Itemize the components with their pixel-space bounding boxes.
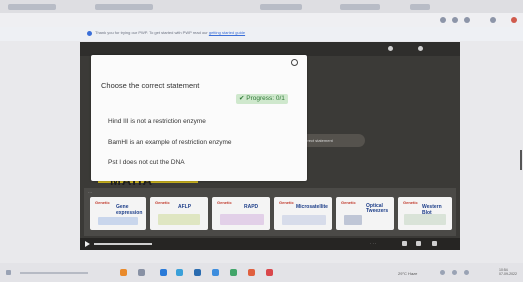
profile-icon[interactable] (490, 17, 496, 23)
battery-icon[interactable] (464, 270, 469, 275)
taskbar-app-icon[interactable] (194, 269, 201, 276)
close-icon[interactable] (291, 59, 298, 66)
video-card[interactable]: Genetic Western Blot (398, 197, 452, 230)
watch-later-icon[interactable] (418, 46, 423, 51)
video-time: · · · (370, 241, 377, 246)
video-card[interactable]: Genetic Optical Tweezers (336, 197, 394, 230)
extension-icon[interactable] (452, 17, 458, 23)
info-icon (87, 31, 92, 36)
browser-tab-bar (0, 0, 523, 13)
taskbar-app-icon[interactable] (248, 269, 255, 276)
video-card[interactable]: Genetic Gene expression (90, 197, 146, 230)
extension-icon[interactable] (440, 17, 446, 23)
browser-tab[interactable] (8, 4, 56, 10)
extension-icon[interactable] (464, 17, 470, 23)
info-message: Thank you for trying our PWP. To get sta… (95, 30, 209, 35)
answer-option[interactable]: BamHI is an example of restriction enzym… (108, 139, 232, 146)
browser-tab[interactable] (260, 4, 302, 10)
share-icon[interactable] (388, 46, 393, 51)
question-text: Choose the correct statement (101, 81, 200, 90)
browser-tab[interactable] (340, 4, 380, 10)
taskbar-app-icon[interactable] (230, 269, 237, 276)
menu-icon[interactable] (511, 17, 517, 23)
answer-option[interactable]: Hind III is not a restriction enzyme (108, 118, 206, 125)
taskbar-app-icon[interactable] (266, 269, 273, 276)
taskbar-app-icon[interactable] (176, 269, 183, 276)
video-top-bar (80, 42, 460, 56)
clock[interactable]: 10:54 07-09-2022 (499, 268, 517, 276)
video-card[interactable]: Genetic AFLP (150, 197, 208, 230)
answer-option[interactable]: Pst I does not cut the DNA (108, 159, 185, 166)
volume-icon[interactable] (452, 270, 457, 275)
clock-date: 07-09-2022 (499, 272, 517, 276)
quiz-dialog: Choose the correct statement ✔ Progress:… (91, 55, 307, 181)
related-videos-shelf: ··· Genetic Gene expression Genetic AFLP… (84, 188, 456, 236)
start-icon[interactable] (6, 270, 11, 275)
video-card[interactable]: Genetic Microsatellite (274, 197, 332, 230)
browser-tab[interactable] (95, 4, 153, 10)
weather-text[interactable]: 29°C Haze (398, 271, 417, 276)
taskbar-app-icon[interactable] (138, 269, 145, 276)
taskbar-app-icon[interactable] (160, 269, 167, 276)
getting-started-link[interactable]: getting started guide (209, 30, 245, 35)
taskbar-app-icon[interactable] (120, 269, 127, 276)
info-bar-text: Thank you for trying our PWP. To get sta… (95, 30, 245, 35)
taskbar-app-icon[interactable] (212, 269, 219, 276)
taskbar-search[interactable] (20, 272, 88, 274)
shelf-label: ··· (88, 190, 92, 195)
page-scrollbar[interactable] (520, 150, 522, 170)
progress-label: Progress: 0/1 (246, 95, 285, 102)
play-icon[interactable] (85, 241, 90, 247)
info-bar (0, 27, 523, 41)
seek-bar[interactable] (94, 243, 152, 245)
fullscreen-icon[interactable] (432, 241, 437, 246)
network-icon[interactable] (440, 270, 445, 275)
check-icon: ✔ (239, 95, 245, 102)
progress-badge: ✔ Progress: 0/1 (236, 94, 288, 104)
settings-icon[interactable] (402, 241, 407, 246)
volume-icon[interactable] (416, 241, 421, 246)
video-card[interactable]: Genetic RAPD (212, 197, 270, 230)
browser-tab[interactable] (410, 4, 430, 10)
